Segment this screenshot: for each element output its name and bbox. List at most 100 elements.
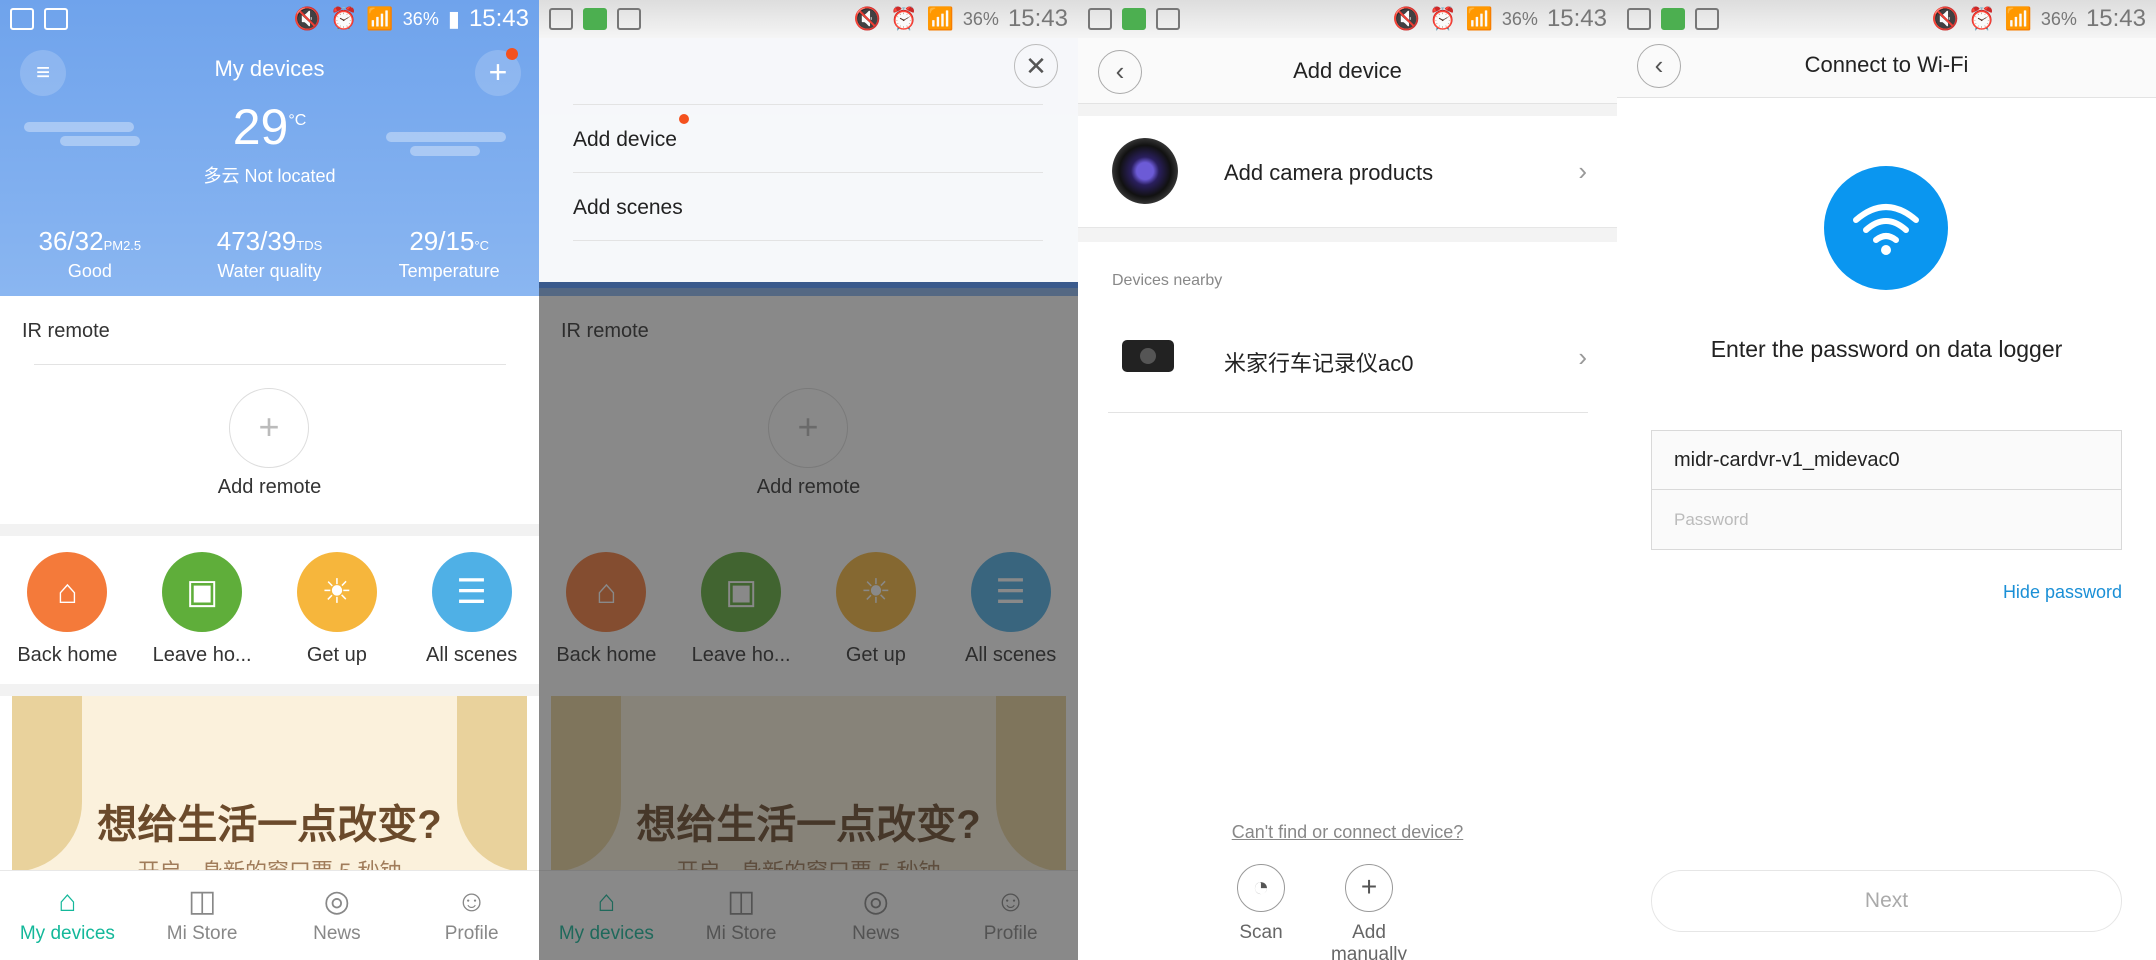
house-icon: ⌂ — [27, 552, 108, 632]
battery-icon: ▮ — [447, 6, 460, 31]
hide-password-link[interactable]: Hide password — [2003, 582, 2122, 603]
notification-icon — [1122, 8, 1146, 30]
home-icon: ⌂ — [58, 885, 77, 918]
list-icon: ☰ — [431, 552, 512, 632]
password-prompt: Enter the password on data logger — [1710, 336, 2063, 362]
status-bar: 🔇 ⏰ 📶 36% 15:43 — [1078, 0, 1617, 38]
page-title: My devices — [214, 56, 325, 81]
add-camera-label: Add camera products — [1224, 160, 1434, 185]
scene-get-up[interactable]: ☀ Get up — [270, 552, 405, 667]
image-icon — [617, 8, 641, 30]
stat-temperature[interactable]: 29/15°C Temperature — [359, 226, 539, 282]
clock: 15:43 — [1546, 5, 1607, 32]
scan-icon: ◔ — [1237, 864, 1285, 912]
stat-pm25[interactable]: 36/32PM2.5 Good — [0, 226, 180, 282]
cant-find-link[interactable]: Can't find or connect device? — [1078, 822, 1617, 843]
next-button[interactable]: Next — [1651, 870, 2122, 932]
image-icon — [1627, 8, 1651, 30]
banner-title: 想给生活一点改变? — [97, 803, 442, 847]
add-camera-row[interactable]: Add camera products › — [1078, 116, 1617, 228]
tab-mi-store[interactable]: ◫ Mi Store — [135, 871, 270, 960]
scene-leave-home[interactable]: ▣ Leave ho... — [135, 552, 270, 667]
tab-profile[interactable]: ☺ Profile — [404, 871, 539, 960]
password-input[interactable] — [1674, 508, 2099, 531]
ssid-input[interactable] — [1674, 448, 2099, 472]
image-icon — [44, 8, 68, 30]
temp-unit: °C — [288, 112, 307, 129]
scan-button[interactable]: ◔ Scan — [1206, 864, 1316, 944]
nearby-device-row[interactable]: 米家行车记录仪ac0 › — [1078, 316, 1617, 412]
chevron-right-icon: › — [1578, 156, 1587, 186]
scene-back-home[interactable]: ⌂ Back home — [0, 552, 135, 667]
notification-icon — [1661, 8, 1685, 30]
plus-icon: + — [488, 54, 508, 90]
menu-add-scenes[interactable]: Add scenes — [573, 196, 683, 220]
devices-nearby-title: Devices nearby — [1112, 272, 1223, 289]
mute-icon: 🔇 — [853, 6, 882, 31]
dashcam-icon — [1122, 340, 1174, 372]
tab-news[interactable]: ◎ News — [270, 871, 405, 960]
briefcase-icon: ▣ — [162, 552, 243, 632]
tab-my-devices[interactable]: ⌂ My devices — [0, 871, 135, 960]
page-title: Connect to Wi-Fi — [1804, 52, 1969, 77]
bag-icon: ◫ — [187, 885, 217, 918]
image-icon — [1695, 8, 1719, 30]
mute-icon: 🔇 — [1931, 6, 1960, 31]
page-title: Add device — [1293, 58, 1402, 83]
password-field[interactable] — [1651, 490, 2122, 550]
location-text: Not located — [244, 166, 336, 186]
plus-icon: + — [1345, 864, 1393, 912]
nav-bar: ‹ Connect to Wi-Fi — [1617, 38, 2156, 98]
image-icon — [1156, 8, 1180, 30]
person-icon: ☺ — [456, 885, 487, 918]
mute-icon: 🔇 — [293, 6, 321, 31]
image-icon — [1088, 8, 1112, 30]
battery-percent: 36% — [962, 8, 999, 29]
battery-percent: 36% — [1501, 8, 1538, 29]
wifi-icon: 📶 — [1465, 6, 1493, 31]
connect-wifi-screen: 🔇 ⏰ 📶 36% 15:43 ‹ Connect to Wi-Fi Enter… — [1617, 0, 2156, 960]
nav-bar: ‹ Add device — [1078, 38, 1617, 104]
add-remote-label: Add remote — [217, 476, 322, 498]
stats-row: 36/32PM2.5 Good 473/39TDS Water quality 29… — [0, 226, 539, 282]
nearby-device-name: 米家行车记录仪ac0 — [1224, 351, 1414, 376]
image-icon — [549, 8, 573, 30]
weather-text: 多云 — [203, 166, 240, 186]
clock: 15:43 — [1007, 5, 1068, 32]
add-remote-button[interactable]: + — [229, 388, 309, 468]
ir-remote-title: IR remote — [22, 320, 110, 342]
alarm-icon: ⏰ — [1968, 6, 1996, 31]
add-device-screen: 🔇 ⏰ 📶 36% 15:43 ‹ Add device Add camera … — [1078, 0, 1617, 960]
battery-percent: 36% — [2040, 8, 2077, 29]
add-menu-screen: 🔇 ⏰ 📶 36% 15:43 ✕ Add device Add scenes … — [539, 0, 1078, 960]
scene-all-scenes[interactable]: ☰ All scenes — [404, 552, 539, 667]
new-badge — [679, 114, 689, 124]
close-button[interactable]: ✕ — [1014, 44, 1058, 88]
status-bar: 🔇 ⏰ 📶 36% 15:43 — [1617, 0, 2156, 38]
compass-icon: ◎ — [323, 885, 350, 918]
add-manually-button[interactable]: + Add manually — [1314, 864, 1424, 960]
battery-percent: 36% — [402, 8, 439, 29]
mute-icon: 🔇 — [1392, 6, 1421, 31]
scenes-row: ⌂Back home ▣Leave ho... ☀Get up ☰All sce… — [0, 552, 539, 667]
alarm-icon: ⏰ — [329, 6, 358, 31]
wifi-icon: 📶 — [926, 6, 954, 31]
wifi-icon: 📶 — [2004, 6, 2032, 31]
dim-overlay[interactable] — [539, 288, 1078, 960]
bottom-tab-bar: ⌂My devices ◫Mi Store ◎News ☺Profile — [0, 870, 539, 960]
notification-icon — [10, 8, 34, 30]
wifi-icon: 📶 — [366, 6, 394, 31]
location-line: 多云 Not located — [0, 162, 539, 188]
add-menu-sheet: ✕ Add device Add scenes — [539, 0, 1078, 288]
close-icon: ✕ — [1025, 51, 1047, 81]
wifi-icon — [1824, 166, 1948, 290]
my-devices-screen: 🔇 ⏰ 📶 36% ▮ 15:43 ≡ My devices + 29°C 多云… — [0, 0, 539, 960]
notification-badge — [506, 48, 518, 60]
camera-icon — [1112, 138, 1178, 204]
stat-water[interactable]: 473/39TDS Water quality — [180, 226, 360, 282]
promo-banner[interactable]: 想给生活一点改变? 开启 · 身新的窗口票 5 秒钟 — [12, 696, 527, 872]
alarm-icon: ⏰ — [890, 6, 918, 31]
menu-add-device[interactable]: Add device — [573, 128, 677, 152]
ssid-field[interactable] — [1651, 430, 2122, 490]
sunrise-icon: ☀ — [296, 552, 377, 632]
